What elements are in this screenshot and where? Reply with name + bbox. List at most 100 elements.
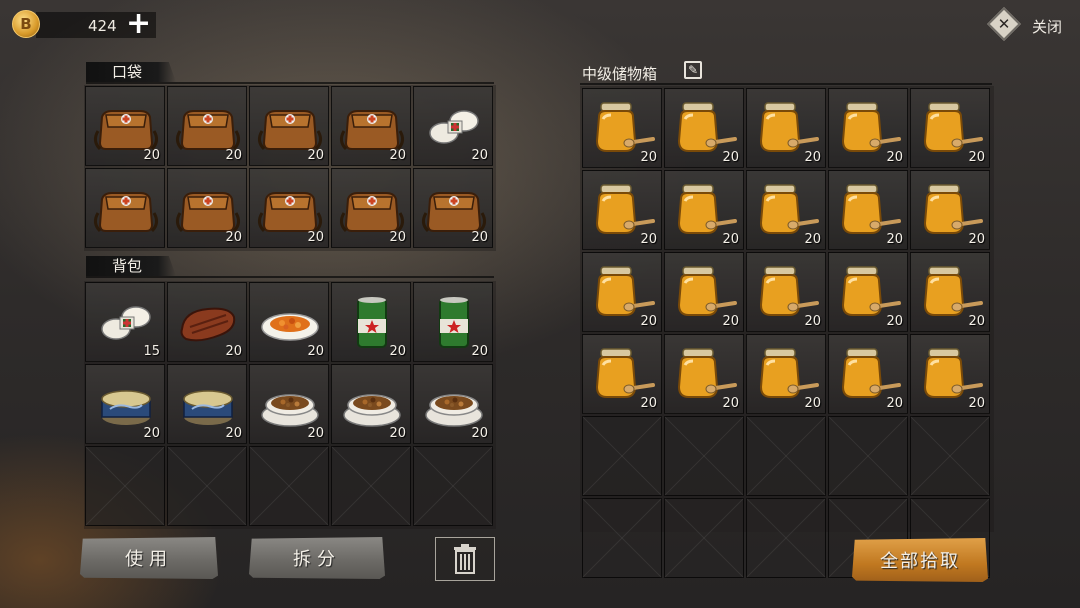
item-slot-honey-jar[interactable]: 20 bbox=[910, 88, 990, 168]
item-count: 20 bbox=[389, 148, 406, 163]
item-slot-honey-jar[interactable]: 20 bbox=[828, 88, 908, 168]
item-count: 20 bbox=[804, 232, 821, 247]
item-count: 20 bbox=[722, 396, 739, 411]
item-count: 20 bbox=[968, 396, 985, 411]
item-slot-green-can[interactable]: 20 bbox=[413, 282, 493, 362]
item-count: 20 bbox=[471, 148, 488, 163]
pocket-grid: 20 20 20 20 20 20 20 20 20 bbox=[84, 85, 496, 251]
item-slot-canned-fish[interactable]: 20 bbox=[167, 364, 247, 444]
item-count: 20 bbox=[225, 230, 242, 245]
empty-slot[interactable] bbox=[582, 416, 662, 496]
backpack-divider bbox=[86, 276, 494, 278]
empty-slot[interactable] bbox=[167, 446, 247, 526]
item-count: 20 bbox=[307, 344, 324, 359]
collect-all-button[interactable]: 全部拾取 bbox=[852, 538, 988, 582]
currency-display: B 424 + bbox=[8, 8, 158, 40]
item-slot-medkit-bag[interactable]: 20 bbox=[249, 86, 329, 166]
item-count: 20 bbox=[225, 148, 242, 163]
item-count: 20 bbox=[886, 232, 903, 247]
storage-divider bbox=[580, 83, 992, 85]
item-slot-medkit-bag[interactable]: 20 bbox=[331, 168, 411, 248]
currency-amount: 424 bbox=[88, 17, 117, 35]
empty-slot[interactable] bbox=[746, 416, 826, 496]
item-count: 20 bbox=[722, 150, 739, 165]
item-slot-honey-jar[interactable]: 20 bbox=[828, 334, 908, 414]
use-button[interactable]: 使用 bbox=[80, 537, 218, 579]
item-count: 20 bbox=[225, 426, 242, 441]
medkit-bag-icon bbox=[86, 169, 166, 249]
item-slot-honey-jar[interactable]: 20 bbox=[664, 252, 744, 332]
item-count: 20 bbox=[389, 426, 406, 441]
split-button[interactable]: 拆分 bbox=[249, 537, 385, 579]
item-count: 20 bbox=[640, 150, 657, 165]
item-slot-honey-jar[interactable]: 20 bbox=[828, 170, 908, 250]
empty-slot[interactable] bbox=[249, 446, 329, 526]
edit-icon[interactable]: ✎ bbox=[684, 61, 702, 79]
item-count: 20 bbox=[968, 232, 985, 247]
empty-slot[interactable] bbox=[664, 498, 744, 578]
item-slot-bandage[interactable]: 15 bbox=[85, 282, 165, 362]
item-count: 20 bbox=[471, 344, 488, 359]
item-count: 20 bbox=[143, 426, 160, 441]
item-count: 20 bbox=[225, 344, 242, 359]
item-slot-medkit-bag[interactable] bbox=[85, 168, 165, 248]
item-slot-honey-jar[interactable]: 20 bbox=[746, 88, 826, 168]
item-slot-pet-food-bowl[interactable]: 20 bbox=[331, 364, 411, 444]
item-slot-honey-jar[interactable]: 20 bbox=[910, 334, 990, 414]
item-count: 15 bbox=[143, 344, 160, 359]
close-x-icon: ✕ bbox=[987, 7, 1021, 41]
add-currency-button[interactable]: + bbox=[126, 8, 151, 40]
item-slot-honey-jar[interactable]: 20 bbox=[828, 252, 908, 332]
empty-slot[interactable] bbox=[331, 446, 411, 526]
item-count: 20 bbox=[804, 314, 821, 329]
item-slot-honey-jar[interactable]: 20 bbox=[746, 252, 826, 332]
item-slot-pet-food-bowl[interactable]: 20 bbox=[249, 364, 329, 444]
item-slot-medkit-bag[interactable]: 20 bbox=[167, 86, 247, 166]
item-count: 20 bbox=[968, 314, 985, 329]
backpack-grid: 15 20 20 20 20 20 20 20 20 20 bbox=[84, 281, 496, 529]
item-slot-honey-jar[interactable]: 20 bbox=[746, 334, 826, 414]
item-slot-medkit-bag[interactable]: 20 bbox=[413, 168, 493, 248]
close-label: 关闭 bbox=[1032, 18, 1063, 36]
item-slot-bandage[interactable]: 20 bbox=[413, 86, 493, 166]
empty-slot[interactable] bbox=[85, 446, 165, 526]
item-slot-honey-jar[interactable]: 20 bbox=[664, 334, 744, 414]
item-slot-medkit-bag[interactable]: 20 bbox=[167, 168, 247, 248]
item-slot-fruit-plate[interactable]: 20 bbox=[249, 282, 329, 362]
item-slot-steak[interactable]: 20 bbox=[167, 282, 247, 362]
item-slot-honey-jar[interactable]: 20 bbox=[910, 252, 990, 332]
item-slot-honey-jar[interactable]: 20 bbox=[664, 170, 744, 250]
item-slot-honey-jar[interactable]: 20 bbox=[582, 252, 662, 332]
item-slot-honey-jar[interactable]: 20 bbox=[582, 334, 662, 414]
item-count: 20 bbox=[307, 230, 324, 245]
item-count: 20 bbox=[471, 230, 488, 245]
empty-slot[interactable] bbox=[664, 416, 744, 496]
empty-slot[interactable] bbox=[746, 498, 826, 578]
item-slot-medkit-bag[interactable]: 20 bbox=[85, 86, 165, 166]
item-slot-pet-food-bowl[interactable]: 20 bbox=[413, 364, 493, 444]
item-count: 20 bbox=[307, 148, 324, 163]
item-count: 20 bbox=[886, 150, 903, 165]
item-slot-canned-fish[interactable]: 20 bbox=[85, 364, 165, 444]
item-count: 20 bbox=[307, 426, 324, 441]
item-count: 20 bbox=[640, 314, 657, 329]
item-count: 20 bbox=[471, 426, 488, 441]
empty-slot[interactable] bbox=[582, 498, 662, 578]
item-slot-honey-jar[interactable]: 20 bbox=[746, 170, 826, 250]
storage-title: 中级储物箱 bbox=[582, 65, 658, 83]
close-button[interactable]: ✕ 关闭 bbox=[987, 6, 1074, 42]
empty-slot[interactable] bbox=[910, 416, 990, 496]
item-slot-honey-jar[interactable]: 20 bbox=[664, 88, 744, 168]
item-slot-medkit-bag[interactable]: 20 bbox=[331, 86, 411, 166]
item-slot-honey-jar[interactable]: 20 bbox=[582, 170, 662, 250]
item-slot-honey-jar[interactable]: 20 bbox=[910, 170, 990, 250]
empty-slot[interactable] bbox=[828, 416, 908, 496]
item-count: 20 bbox=[804, 396, 821, 411]
pocket-divider bbox=[86, 82, 494, 84]
empty-slot[interactable] bbox=[413, 446, 493, 526]
item-count: 20 bbox=[722, 232, 739, 247]
delete-button[interactable] bbox=[435, 537, 495, 581]
item-slot-honey-jar[interactable]: 20 bbox=[582, 88, 662, 168]
item-slot-green-can[interactable]: 20 bbox=[331, 282, 411, 362]
item-slot-medkit-bag[interactable]: 20 bbox=[249, 168, 329, 248]
